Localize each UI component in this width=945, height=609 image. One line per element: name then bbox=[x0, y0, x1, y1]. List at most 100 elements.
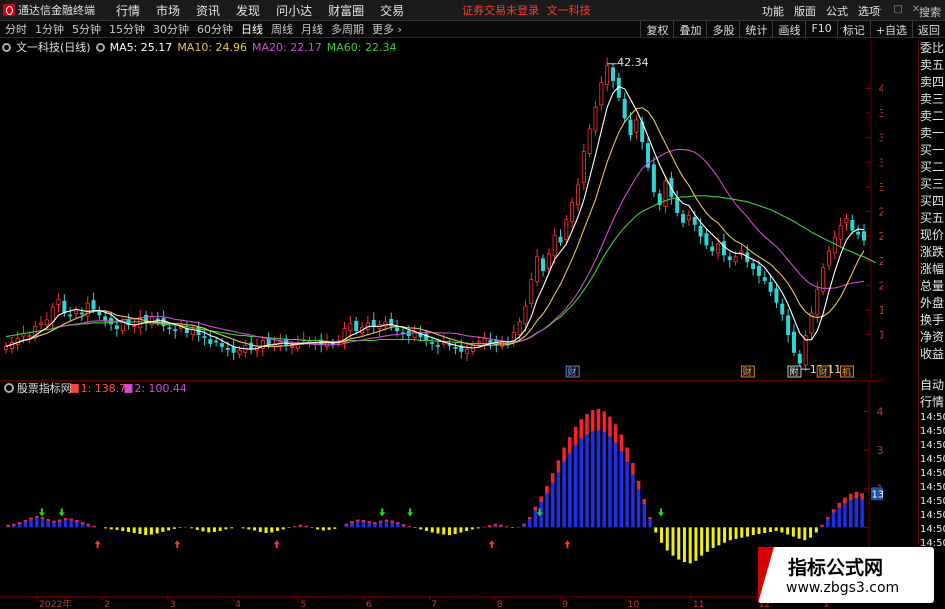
candle-body bbox=[517, 321, 522, 336]
quote-field-label[interactable]: 卖一 bbox=[919, 125, 945, 142]
quote-field-label[interactable]: 买二 bbox=[919, 159, 945, 176]
price-axis-label: 40.00 bbox=[879, 82, 884, 95]
menu-faxian[interactable]: 发现 bbox=[236, 2, 260, 19]
quote-field-label[interactable]: 现价 bbox=[919, 227, 945, 244]
indicator-bar-neg bbox=[711, 527, 715, 548]
indicator-bar-neg bbox=[688, 527, 692, 564]
login-status[interactable]: 证券交易未登录 文一科技 bbox=[462, 2, 591, 18]
quote-field-label[interactable]: 买一 bbox=[919, 142, 945, 159]
menu-banmian[interactable]: 版面 bbox=[794, 3, 816, 19]
candle-body bbox=[605, 65, 610, 85]
ma10-value: MA10: 24.96 bbox=[177, 40, 248, 54]
menu-gongshi[interactable]: 公式 bbox=[826, 3, 848, 19]
indicator-bar-top bbox=[12, 523, 16, 526]
quote-field-label[interactable]: 买五 bbox=[919, 210, 945, 227]
tool-statistics[interactable]: 统计 bbox=[739, 21, 772, 38]
tab-monthly[interactable]: 月线 bbox=[301, 21, 323, 37]
quote-field-label[interactable]: 卖五 bbox=[919, 57, 945, 74]
indicator-bar-neg bbox=[746, 527, 750, 537]
tab-daily[interactable]: 日线 bbox=[241, 21, 263, 37]
indicator-bar-neg bbox=[149, 527, 153, 535]
candle-body bbox=[751, 263, 756, 270]
indicator-bar-top bbox=[487, 525, 492, 528]
candle-body bbox=[698, 225, 703, 237]
quote-field-label[interactable]: 总量 bbox=[919, 278, 945, 295]
tab-60min[interactable]: 60分钟 bbox=[197, 21, 233, 37]
kline-chart[interactable]: 40.00 37.50 35.00 32.50 30.00 27.50 25.00 22.50… bbox=[0, 40, 883, 378]
indicator-bar-top bbox=[860, 493, 864, 500]
gear-icon[interactable] bbox=[4, 382, 14, 393]
indicator-bar-top bbox=[568, 437, 572, 454]
indicator-bar-neg bbox=[453, 527, 457, 535]
tool-restore-rights[interactable]: 复权 bbox=[640, 21, 673, 38]
tool-add-watchlist[interactable]: +自选 bbox=[869, 21, 912, 38]
menu-caifuquan[interactable]: 财富圈 bbox=[328, 2, 364, 19]
indicator-bar-neg bbox=[333, 527, 337, 529]
tab-30min[interactable]: 30分钟 bbox=[153, 21, 189, 37]
indicator-bar-top bbox=[562, 447, 566, 462]
quote-field-label[interactable]: 买四 bbox=[919, 193, 945, 210]
candle-body bbox=[844, 218, 849, 224]
menu-hangqing[interactable]: 行情 bbox=[116, 2, 140, 19]
menu-zixun[interactable]: 资讯 bbox=[196, 2, 220, 19]
candle-body bbox=[552, 234, 557, 257]
candle-body bbox=[716, 243, 721, 254]
quote-field-label[interactable]: 涨跌 bbox=[919, 244, 945, 261]
indicator-bar-top bbox=[52, 520, 56, 523]
menu-shichang[interactable]: 市场 bbox=[156, 2, 180, 19]
candle-body bbox=[114, 325, 119, 330]
tool-mark[interactable]: 标记 bbox=[836, 21, 870, 38]
quote-field-label[interactable]: 换手 bbox=[919, 312, 945, 329]
indicator-bar-top bbox=[378, 520, 383, 523]
tab-weekly[interactable]: 周线 bbox=[271, 21, 293, 37]
candle-body bbox=[214, 340, 219, 343]
event-marker-label: 财 bbox=[743, 366, 752, 378]
quote-field-label[interactable]: 委比 bbox=[919, 40, 945, 57]
tool-back[interactable]: 返回 bbox=[912, 21, 945, 38]
quote-field-label[interactable]: 卖二 bbox=[919, 108, 945, 125]
tool-f10[interactable]: F10 bbox=[805, 21, 836, 38]
gear-icon[interactable] bbox=[2, 42, 11, 52]
quote-field-label[interactable]: 涨幅 bbox=[919, 261, 945, 278]
auto-quote-label: 自动 bbox=[920, 378, 945, 392]
indicator-bar-top bbox=[58, 519, 62, 522]
quote-field-label[interactable]: 买三 bbox=[919, 176, 945, 193]
indicator-bar-neg bbox=[327, 527, 331, 530]
gear-icon[interactable] bbox=[95, 42, 105, 52]
quote-field-label[interactable]: 卖三 bbox=[919, 91, 945, 108]
search-button[interactable]: 搜索 bbox=[919, 4, 941, 20]
indicator-bar-top bbox=[35, 515, 39, 519]
quote-field-label[interactable]: 收益 bbox=[919, 346, 945, 363]
indicator-bar-neg bbox=[270, 527, 274, 533]
tab-5min[interactable]: 5分钟 bbox=[72, 21, 101, 37]
indicator-bar-top bbox=[396, 522, 400, 525]
tab-multi-period[interactable]: 多周期 bbox=[331, 21, 364, 37]
indicator-bar-top bbox=[17, 522, 22, 525]
indicator-chart[interactable]: 股票指标网1: 138.722: 100.44450.0300.0150.00.… bbox=[0, 380, 883, 596]
indicator-bar-top bbox=[63, 518, 68, 521]
menu-gongneng[interactable]: 功能 bbox=[762, 3, 784, 19]
quote-field-label[interactable]: 外盘 bbox=[919, 295, 945, 312]
tool-multi-stock[interactable]: 多股 bbox=[706, 21, 739, 38]
tab-fenshi[interactable]: 分时 bbox=[5, 21, 27, 37]
minimize-icon[interactable]: – bbox=[873, 4, 887, 17]
candle-body bbox=[587, 128, 592, 154]
menu-jiaoyi[interactable]: 交易 bbox=[380, 2, 404, 19]
candle-body bbox=[103, 316, 108, 322]
tab-more[interactable]: 更多 › bbox=[372, 21, 402, 37]
ma20-line bbox=[5, 148, 865, 347]
tool-draw-line[interactable]: 画线 bbox=[772, 21, 805, 38]
indicator-line2-value: 2: 100.44 bbox=[134, 382, 186, 395]
tab-15min[interactable]: 15分钟 bbox=[109, 21, 145, 37]
maximize-icon[interactable]: □ bbox=[891, 4, 905, 17]
candle-body bbox=[710, 246, 715, 252]
quote-field-label[interactable]: 净资 bbox=[919, 329, 945, 346]
tool-overlay[interactable]: 叠加 bbox=[673, 21, 706, 38]
tick-time-label: 14:50 bbox=[920, 426, 945, 437]
quote-field-label[interactable]: 卖四 bbox=[919, 74, 945, 91]
menu-wenxiaoda[interactable]: 问小达 bbox=[276, 2, 312, 19]
tab-1min[interactable]: 1分钟 bbox=[35, 21, 64, 37]
indicator-bar-top bbox=[831, 509, 836, 513]
date-axis-label: 4 bbox=[235, 599, 241, 609]
candle-body bbox=[161, 317, 166, 327]
